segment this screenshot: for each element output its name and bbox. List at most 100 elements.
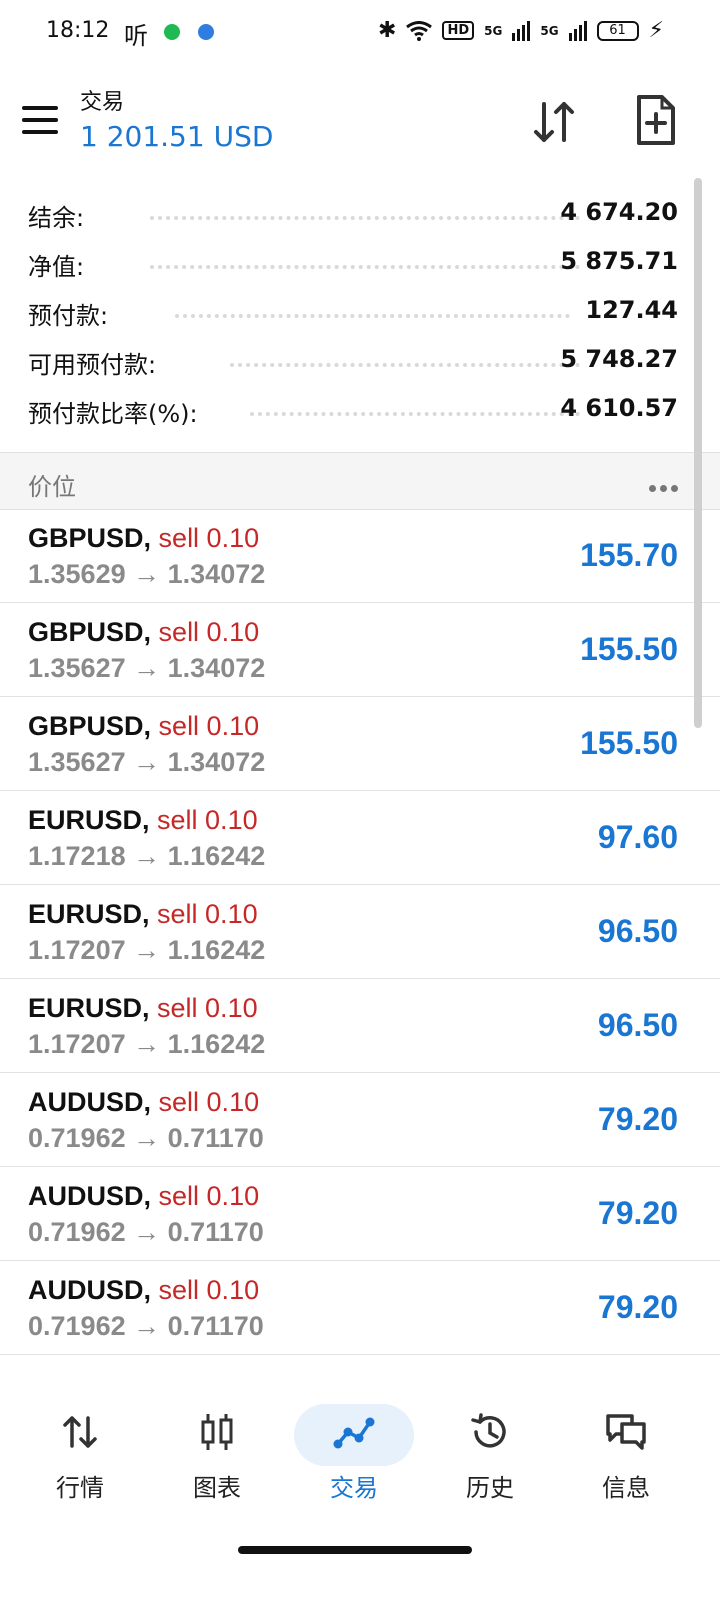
position-row[interactable]: EURUSD, sell 0.10 1.17207 → 1.16242 96.5… [0,885,720,979]
summary-row-equity: 净值: 5 875.71 [0,239,720,288]
sort-icon[interactable] [530,98,578,146]
arrow-icon: → [133,1217,161,1247]
position-row[interactable]: GBPUSD, sell 0.10 1.35627 → 1.34072 155.… [0,697,720,791]
position-row[interactable]: EURUSD, sell 0.10 1.17218 → 1.16242 97.6… [0,791,720,885]
position-prices: 1.35627 → 1.34072 [28,747,265,778]
menu-icon[interactable] [22,106,58,134]
summary-label: 可用预付款: [28,351,157,379]
position-title: AUDUSD, sell 0.10 [28,1181,259,1212]
signal-bars-icon-1 [512,20,531,41]
position-prices: 0.71962 → 0.71170 [28,1123,264,1154]
position-side: sell 0.10 [157,993,258,1023]
position-title: GBPUSD, sell 0.10 [28,617,259,648]
account-balance: 1 201.51 USD [80,120,274,153]
nav-label: 图表 [193,1474,241,1502]
position-side: sell 0.10 [158,1087,260,1117]
new-order-icon[interactable] [636,94,676,146]
open-price: 0.71962 [28,1123,126,1153]
arrow-icon: → [133,1311,161,1341]
current-price: 1.34072 [167,559,266,589]
position-prices: 1.17218 → 1.16242 [28,841,265,872]
position-profit: 155.70 [580,537,678,573]
position-prices: 1.35629 → 1.34072 [28,559,265,590]
summary-label: 预付款: [28,302,109,330]
scrollbar[interactable] [694,178,702,728]
open-price: 1.17207 [28,1029,126,1059]
open-price: 0.71962 [28,1311,126,1341]
position-symbol: GBPUSD, [28,617,152,647]
summary-value: 5 748.27 [560,345,678,373]
status-bar: 18:12 听 ✱ HD 5G 5G 61 ⚡ [0,0,720,64]
more-options-icon[interactable] [645,477,678,496]
hd-voice-icon: HD [442,21,475,40]
position-prices: 1.17207 → 1.16242 [28,935,265,966]
app-bar: 交易 1 201.51 USD [0,64,720,174]
position-symbol: AUDUSD, [28,1275,152,1305]
nav-label: 行情 [56,1474,104,1502]
nav-trade[interactable]: 交易 [284,1392,424,1512]
position-profit: 79.20 [597,1289,678,1325]
position-prices: 0.71962 → 0.71170 [28,1217,264,1248]
nav-messages[interactable]: 信息 [556,1392,696,1512]
arrow-icon: → [133,653,161,683]
signal-icon-2: 5G [540,23,559,38]
position-symbol: AUDUSD, [28,1181,152,1211]
position-prices: 0.71962 → 0.71170 [28,1311,264,1342]
nav-label: 信息 [602,1474,650,1502]
summary-value: 4 674.20 [560,198,678,226]
position-side: sell 0.10 [158,711,260,741]
nav-quotes[interactable]: 行情 [10,1392,150,1512]
position-title: GBPUSD, sell 0.10 [28,711,259,742]
signal-bars-icon-2 [568,20,587,41]
position-symbol: EURUSD, [28,899,150,929]
nav-label: 历史 [466,1474,514,1502]
status-icons: ✱ HD 5G 5G 61 ⚡ [378,18,664,43]
trade-icon [333,1417,375,1449]
summary-value: 5 875.71 [560,247,678,275]
current-price: 0.71170 [167,1217,264,1247]
dotted-leader [250,398,580,416]
current-price: 0.71170 [167,1311,264,1341]
home-indicator[interactable] [238,1546,472,1554]
position-row[interactable]: AUDUSD, sell 0.10 0.71962 → 0.71170 79.2… [0,1073,720,1167]
position-profit: 97.60 [597,819,678,855]
position-side: sell 0.10 [158,1181,260,1211]
current-price: 0.71170 [167,1123,264,1153]
dotted-leader [150,202,580,220]
position-profit: 96.50 [597,913,678,949]
current-price: 1.34072 [167,653,266,683]
position-row[interactable]: AUDUSD, sell 0.10 0.71962 → 0.71170 79.2… [0,1261,720,1355]
position-title: AUDUSD, sell 0.10 [28,1275,259,1306]
position-row[interactable]: GBPUSD, sell 0.10 1.35627 → 1.34072 155.… [0,603,720,697]
position-title: EURUSD, sell 0.10 [28,805,258,836]
position-row[interactable]: EURUSD, sell 0.10 1.17207 → 1.16242 96.5… [0,979,720,1073]
open-price: 1.35629 [28,559,126,589]
open-price: 1.17218 [28,841,126,871]
position-symbol: EURUSD, [28,993,150,1023]
history-icon [471,1413,506,1448]
position-row[interactable]: GBPUSD, sell 0.10 1.35629 → 1.34072 155.… [0,509,720,603]
position-profit: 155.50 [580,725,678,761]
position-profit: 155.50 [580,631,678,667]
summary-label: 结余: [28,204,85,232]
nav-history[interactable]: 历史 [420,1392,560,1512]
quotes-icon [63,1416,97,1448]
battery-icon: 61 [596,20,639,41]
bluetooth-icon: ✱ [378,18,397,43]
position-profit: 79.20 [597,1101,678,1137]
summary-value: 127.44 [585,296,678,324]
dotted-leader [150,251,580,269]
position-prices: 1.17207 → 1.16242 [28,1029,265,1060]
current-price: 1.16242 [167,935,266,965]
nav-chart[interactable]: 图表 [147,1392,287,1512]
messages-icon [606,1414,646,1450]
bottom-navigation: 行情 图表 交易 历史 信息 [0,1392,720,1542]
arrow-icon: → [133,559,161,589]
open-price: 1.35627 [28,653,126,683]
positions-list: GBPUSD, sell 0.10 1.35629 → 1.34072 155.… [0,509,720,1355]
position-symbol: GBPUSD, [28,711,152,741]
position-symbol: AUDUSD, [28,1087,152,1117]
account-summary: 结余: 4 674.20 净值: 5 875.71 预付款: 127.44 可用… [0,190,720,435]
position-row[interactable]: AUDUSD, sell 0.10 0.71962 → 0.71170 79.2… [0,1167,720,1261]
summary-row-margin-level: 预付款比率(%): 4 610.57 [0,386,720,435]
